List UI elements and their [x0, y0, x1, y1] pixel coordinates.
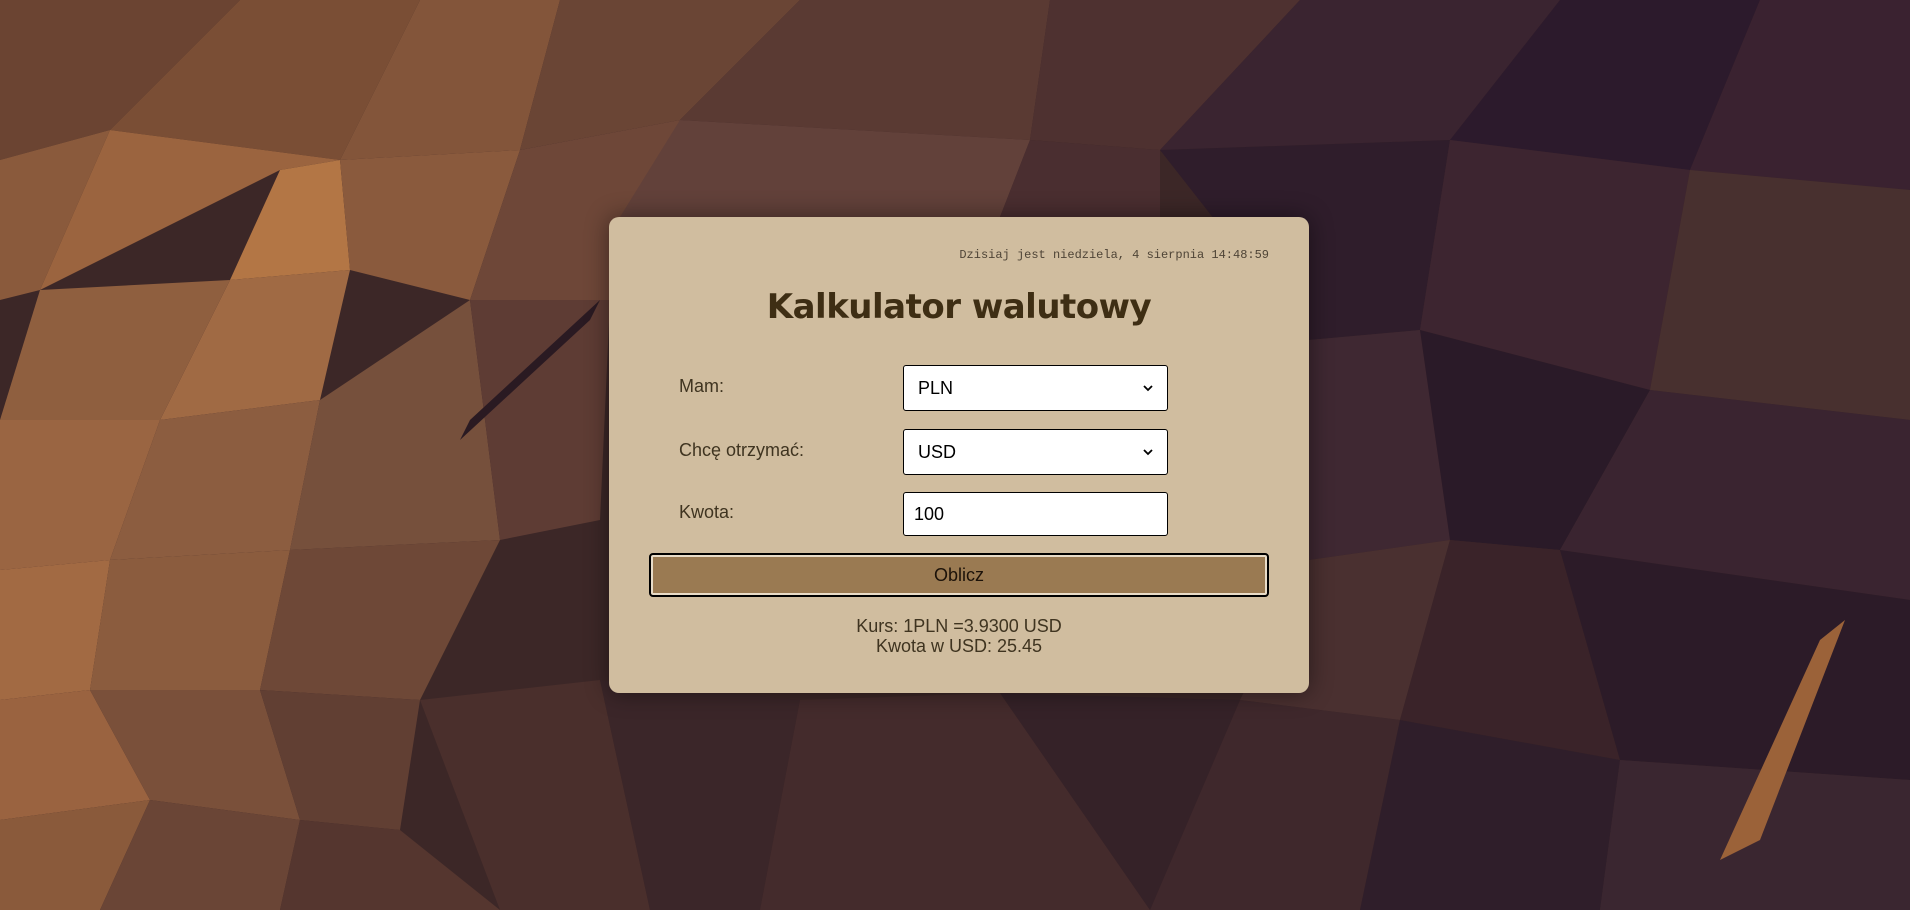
have-currency-label: Mam:: [679, 376, 724, 396]
want-currency-select[interactable]: USD: [903, 429, 1168, 475]
chevron-down-icon: [1143, 385, 1153, 392]
calculate-button[interactable]: Oblicz: [649, 553, 1269, 597]
chevron-down-icon: [1143, 449, 1153, 456]
amount-input[interactable]: [903, 492, 1168, 536]
current-datetime: Dzisiaj jest niedziela, 4 sierpnia 14:48…: [959, 248, 1269, 262]
want-currency-value: USD: [918, 441, 957, 462]
page-title: Kalkulator walutowy: [766, 287, 1152, 327]
currency-calculator-card: Dzisiaj jest niedziela, 4 sierpnia 14:48…: [609, 217, 1309, 693]
converted-amount-text: Kwota w USD: 25.45: [875, 636, 1043, 656]
want-currency-label: Chcę otrzymać:: [679, 440, 805, 460]
have-currency-select[interactable]: PLN: [903, 365, 1168, 411]
have-currency-value: PLN: [918, 377, 954, 398]
exchange-rate-text: Kurs: 1PLN =3.9300 USD: [856, 616, 1062, 636]
amount-label: Kwota:: [679, 502, 735, 522]
